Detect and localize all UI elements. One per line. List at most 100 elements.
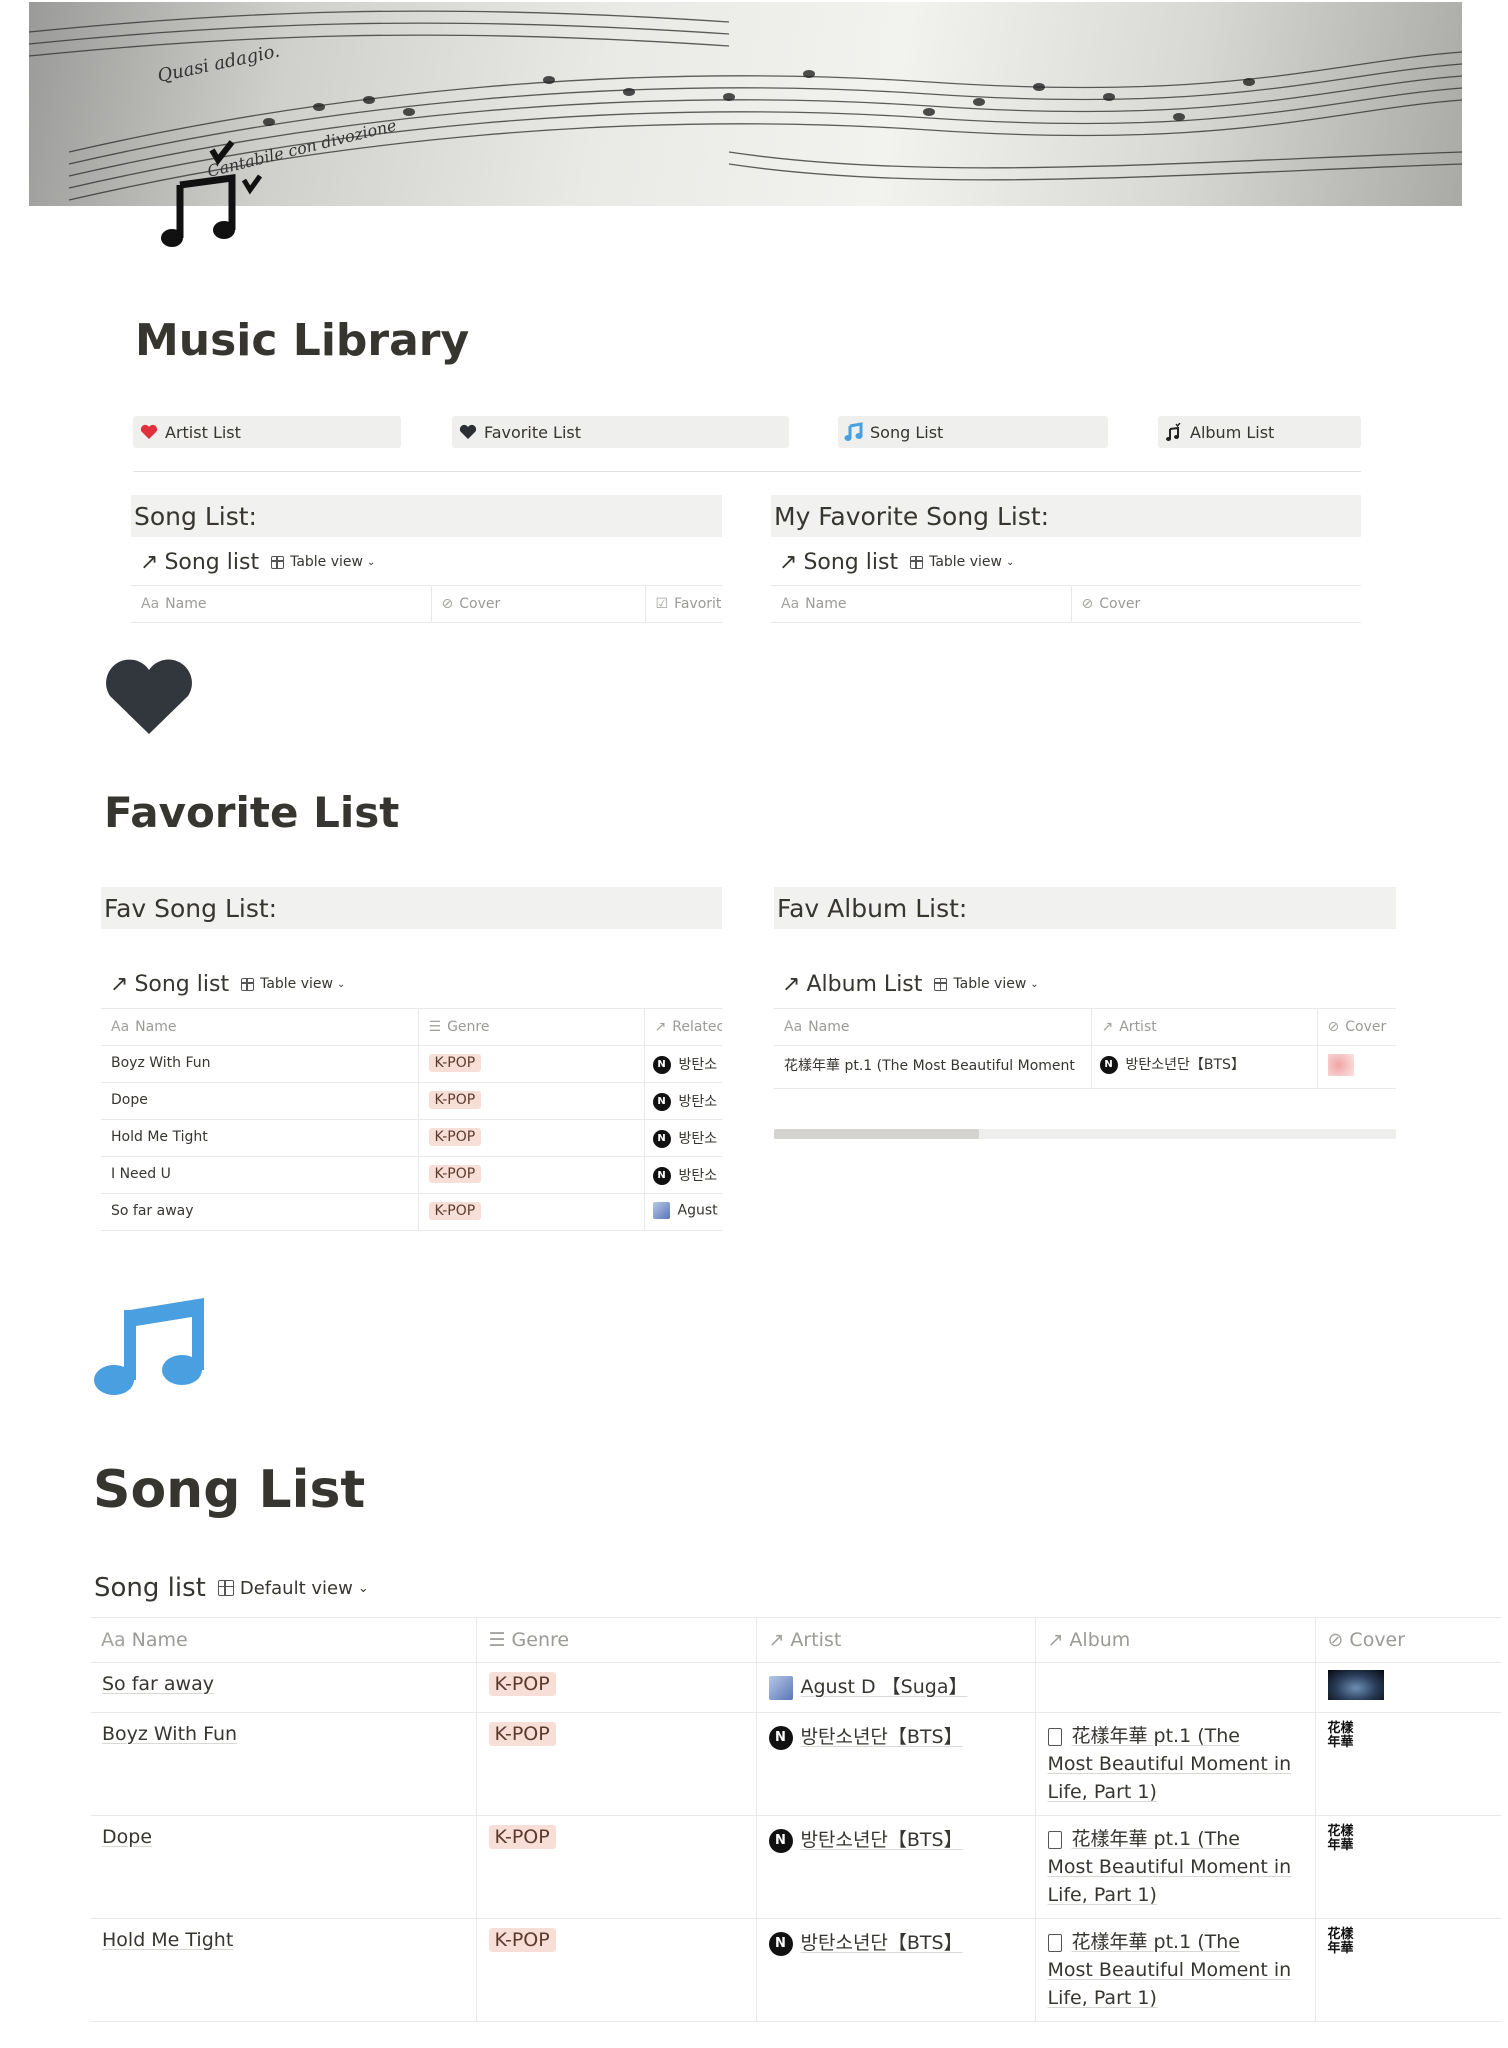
cell-related[interactable]: Agust bbox=[644, 1193, 722, 1231]
view-label: Default view bbox=[239, 1577, 353, 1599]
cell-genre[interactable]: K-POP bbox=[418, 1193, 645, 1231]
db-title-link[interactable]: Song list bbox=[803, 550, 898, 575]
scrollbar-thumb[interactable] bbox=[774, 1129, 979, 1139]
view-switcher[interactable]: Table view ⌄ bbox=[910, 554, 1014, 570]
cell-genre[interactable]: K-POP bbox=[418, 1156, 645, 1194]
column-header-cover[interactable]: ⊘ Cover bbox=[1317, 1008, 1396, 1046]
column-header-name[interactable]: Aa Name bbox=[91, 1617, 477, 1663]
cell-genre[interactable]: K-POP bbox=[476, 1662, 757, 1713]
cell-cover[interactable] bbox=[1317, 1045, 1396, 1089]
db-title-link[interactable]: Album List bbox=[806, 972, 922, 997]
cell-artist[interactable]: Agust D 【Suga】 bbox=[756, 1662, 1036, 1713]
column-header-cover[interactable]: ⊘ Cover bbox=[1071, 585, 1361, 623]
nav-label: Favorite List bbox=[484, 422, 581, 442]
song-list-table: Aa Name ⊘ Cover ☑ Favorit bbox=[131, 585, 722, 623]
cell-name[interactable]: Dope bbox=[91, 1815, 477, 1919]
cell-cover[interactable] bbox=[1315, 1662, 1501, 1713]
cell-name[interactable]: Dope bbox=[101, 1082, 419, 1120]
cell-cover[interactable]: 花樣 年華 bbox=[1315, 1815, 1501, 1919]
black-heart-icon bbox=[458, 422, 478, 442]
table-row[interactable]: I Need U K-POP N 방탄소 bbox=[101, 1156, 722, 1194]
table-row[interactable]: Boyz With Fun K-POP N 방탄소년단【BTS】 花樣年華 pt.… bbox=[91, 1712, 1501, 1816]
cell-artist[interactable]: N 방탄소년단【BTS】 bbox=[756, 1918, 1036, 2022]
nav-favorite-list[interactable]: Favorite List bbox=[452, 416, 789, 448]
table-icon bbox=[934, 977, 948, 991]
column-header-favorite[interactable]: ☑ Favorit bbox=[645, 585, 722, 623]
link-arrow-icon: ↗ bbox=[140, 549, 159, 575]
column-header-cover[interactable]: ⊘ Cover bbox=[1315, 1617, 1501, 1663]
cell-name[interactable]: So far away bbox=[91, 1662, 477, 1713]
text-property-icon: Aa bbox=[781, 596, 800, 612]
cell-related[interactable]: N 방탄소 bbox=[644, 1119, 722, 1157]
view-switcher[interactable]: Table view ⌄ bbox=[241, 976, 345, 992]
view-switcher[interactable]: Default view ⌄ bbox=[217, 1577, 369, 1599]
table-row[interactable]: So far away K-POP Agust bbox=[101, 1193, 722, 1231]
cell-artist[interactable]: N 방탄소년단【BTS】 bbox=[1091, 1045, 1318, 1089]
chevron-down-icon: ⌄ bbox=[357, 1580, 369, 1596]
agust-d-avatar bbox=[652, 1202, 670, 1219]
view-switcher[interactable]: Table view ⌄ bbox=[271, 554, 375, 570]
attachment-icon: ⊘ bbox=[441, 596, 454, 612]
column-header-genre[interactable]: ☰ Genre bbox=[476, 1617, 757, 1663]
cell-related[interactable]: N 방탄소 bbox=[644, 1082, 722, 1120]
genre-tag: K-POP bbox=[428, 1091, 482, 1109]
attachment-icon: ⊘ bbox=[1327, 1019, 1340, 1035]
column-header-name[interactable]: Aa Name bbox=[131, 585, 432, 623]
cell-genre[interactable]: K-POP bbox=[476, 1712, 757, 1816]
column-header-genre[interactable]: ☰ Genre bbox=[418, 1008, 645, 1046]
nav-artist-list[interactable]: Artist List bbox=[133, 416, 401, 448]
cell-cover[interactable]: 花樣 年華 bbox=[1315, 1712, 1501, 1816]
cell-album[interactable]: 花樣年華 pt.1 (The Most Beautiful Moment in Li… bbox=[1035, 1918, 1316, 2022]
column-header-album[interactable]: ↗ Album bbox=[1035, 1617, 1316, 1663]
cell-name[interactable]: I Need U bbox=[101, 1156, 419, 1194]
table-row[interactable]: 花樣年華 pt.1 (The Most Beautiful Moment N 방탄… bbox=[774, 1045, 1396, 1089]
column-header-name[interactable]: Aa Name bbox=[774, 1008, 1092, 1046]
table-row[interactable]: Hold Me Tight K-POP N 방탄소 bbox=[101, 1119, 722, 1157]
divider bbox=[133, 471, 1361, 472]
db-title-link[interactable]: Song list bbox=[164, 550, 259, 575]
cell-genre[interactable]: K-POP bbox=[418, 1119, 645, 1157]
cell-artist[interactable]: N 방탄소년단【BTS】 bbox=[756, 1815, 1036, 1919]
song-list-db-header: ↗ Song list Table view ⌄ bbox=[140, 548, 375, 576]
view-switcher[interactable]: Table view ⌄ bbox=[934, 976, 1039, 992]
cell-name[interactable]: 花樣年華 pt.1 (The Most Beautiful Moment bbox=[774, 1045, 1092, 1089]
table-row[interactable]: Boyz With Fun K-POP N 방탄소 bbox=[101, 1045, 722, 1083]
fav-album-table: Aa Name ↗ Artist ⊘ Cover 花樣年華 pt.1 (The Mos… bbox=[774, 1008, 1396, 1089]
cell-genre[interactable]: K-POP bbox=[476, 1918, 757, 2022]
nav-song-list[interactable]: Song List bbox=[838, 416, 1108, 448]
cell-album[interactable] bbox=[1035, 1662, 1316, 1713]
cell-genre[interactable]: K-POP bbox=[418, 1045, 645, 1083]
attachment-icon: ⊘ bbox=[1081, 596, 1094, 612]
cell-name[interactable]: Boyz With Fun bbox=[91, 1712, 477, 1816]
table-row[interactable]: Hold Me Tight K-POP N 방탄소년단【BTS】 花樣年華 pt.… bbox=[91, 1918, 1501, 2022]
cell-name[interactable]: Boyz With Fun bbox=[101, 1045, 419, 1083]
db-title[interactable]: Song list bbox=[94, 1573, 206, 1603]
column-header-artist[interactable]: ↗ Artist bbox=[756, 1617, 1036, 1663]
column-header-name[interactable]: Aa Name bbox=[771, 585, 1072, 623]
table-row[interactable]: So far away K-POP Agust D 【Suga】 bbox=[91, 1662, 1501, 1713]
column-header-name[interactable]: Aa Name bbox=[101, 1008, 419, 1046]
song-list-db-header: Song list Default view ⌄ bbox=[94, 1572, 369, 1604]
cell-related[interactable]: N 방탄소 bbox=[644, 1045, 722, 1083]
nav-album-list[interactable]: Album List bbox=[1158, 416, 1361, 448]
cell-genre[interactable]: K-POP bbox=[476, 1815, 757, 1919]
view-label: Table view bbox=[929, 554, 1002, 570]
cell-name[interactable]: Hold Me Tight bbox=[101, 1119, 419, 1157]
cell-album[interactable]: 花樣年華 pt.1 (The Most Beautiful Moment in Li… bbox=[1035, 1712, 1316, 1816]
column-header-artist[interactable]: ↗ Artist bbox=[1091, 1008, 1318, 1046]
cell-artist[interactable]: N 방탄소년단【BTS】 bbox=[756, 1712, 1036, 1816]
column-header-related[interactable]: ↗ Relatec bbox=[644, 1008, 722, 1046]
cell-album[interactable]: 花樣年華 pt.1 (The Most Beautiful Moment in Li… bbox=[1035, 1815, 1316, 1919]
cell-cover[interactable]: 花樣 年華 bbox=[1315, 1918, 1501, 2022]
horizontal-scrollbar[interactable] bbox=[774, 1129, 1396, 1139]
cell-related[interactable]: N 방탄소 bbox=[644, 1156, 722, 1194]
cell-name[interactable]: So far away bbox=[101, 1193, 419, 1231]
column-header-cover[interactable]: ⊘ Cover bbox=[431, 585, 646, 623]
cell-genre[interactable]: K-POP bbox=[418, 1082, 645, 1120]
album-cover-thumbnail bbox=[1327, 1670, 1384, 1700]
table-row[interactable]: Dope K-POP N 방탄소 bbox=[101, 1082, 722, 1120]
db-title-link[interactable]: Song list bbox=[134, 972, 229, 997]
table-row[interactable]: Dope K-POP N 방탄소년단【BTS】 花樣年華 pt.1 (The Mos… bbox=[91, 1815, 1501, 1919]
cell-name[interactable]: Hold Me Tight bbox=[91, 1918, 477, 2022]
album-cover-thumbnail bbox=[1327, 1054, 1354, 1076]
